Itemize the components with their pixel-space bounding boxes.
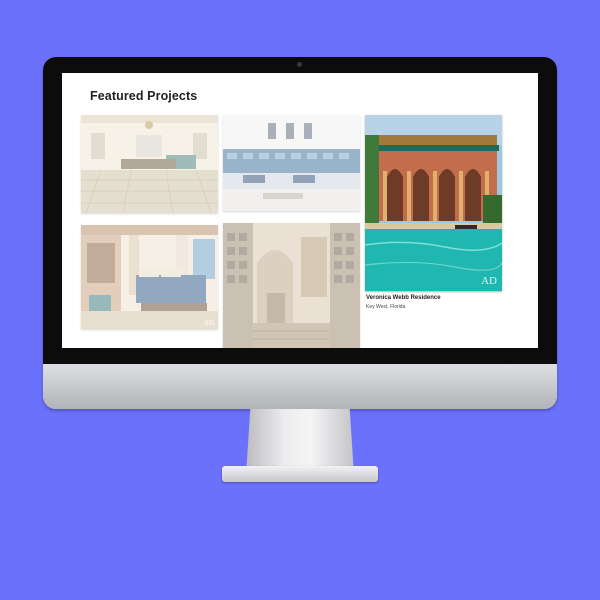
monitor-bezel: Featured Projects AD AD Veronica Webb Re…	[43, 57, 557, 364]
ad-watermark-small: AD	[203, 319, 214, 327]
featured-project-location: Key West, Florida	[366, 304, 406, 310]
monitor-stand-base	[222, 466, 378, 482]
project-tile-lounge[interactable]	[223, 115, 360, 211]
ad-watermark: AD	[481, 275, 497, 287]
project-tile-veronica-webb-residence[interactable]: AD	[365, 115, 502, 291]
project-tile-bedroom[interactable]: AD	[81, 225, 218, 329]
screen: Featured Projects AD AD Veronica Webb Re…	[62, 73, 538, 348]
monitor: Featured Projects AD AD Veronica Webb Re…	[43, 57, 557, 409]
monitor-chin	[43, 364, 557, 409]
featured-project-title[interactable]: Veronica Webb Residence	[366, 295, 441, 301]
page-title: Featured Projects	[90, 89, 198, 103]
project-tile-hall[interactable]	[81, 115, 218, 213]
project-tile-courtyard[interactable]	[223, 223, 360, 348]
camera-icon	[297, 62, 302, 67]
